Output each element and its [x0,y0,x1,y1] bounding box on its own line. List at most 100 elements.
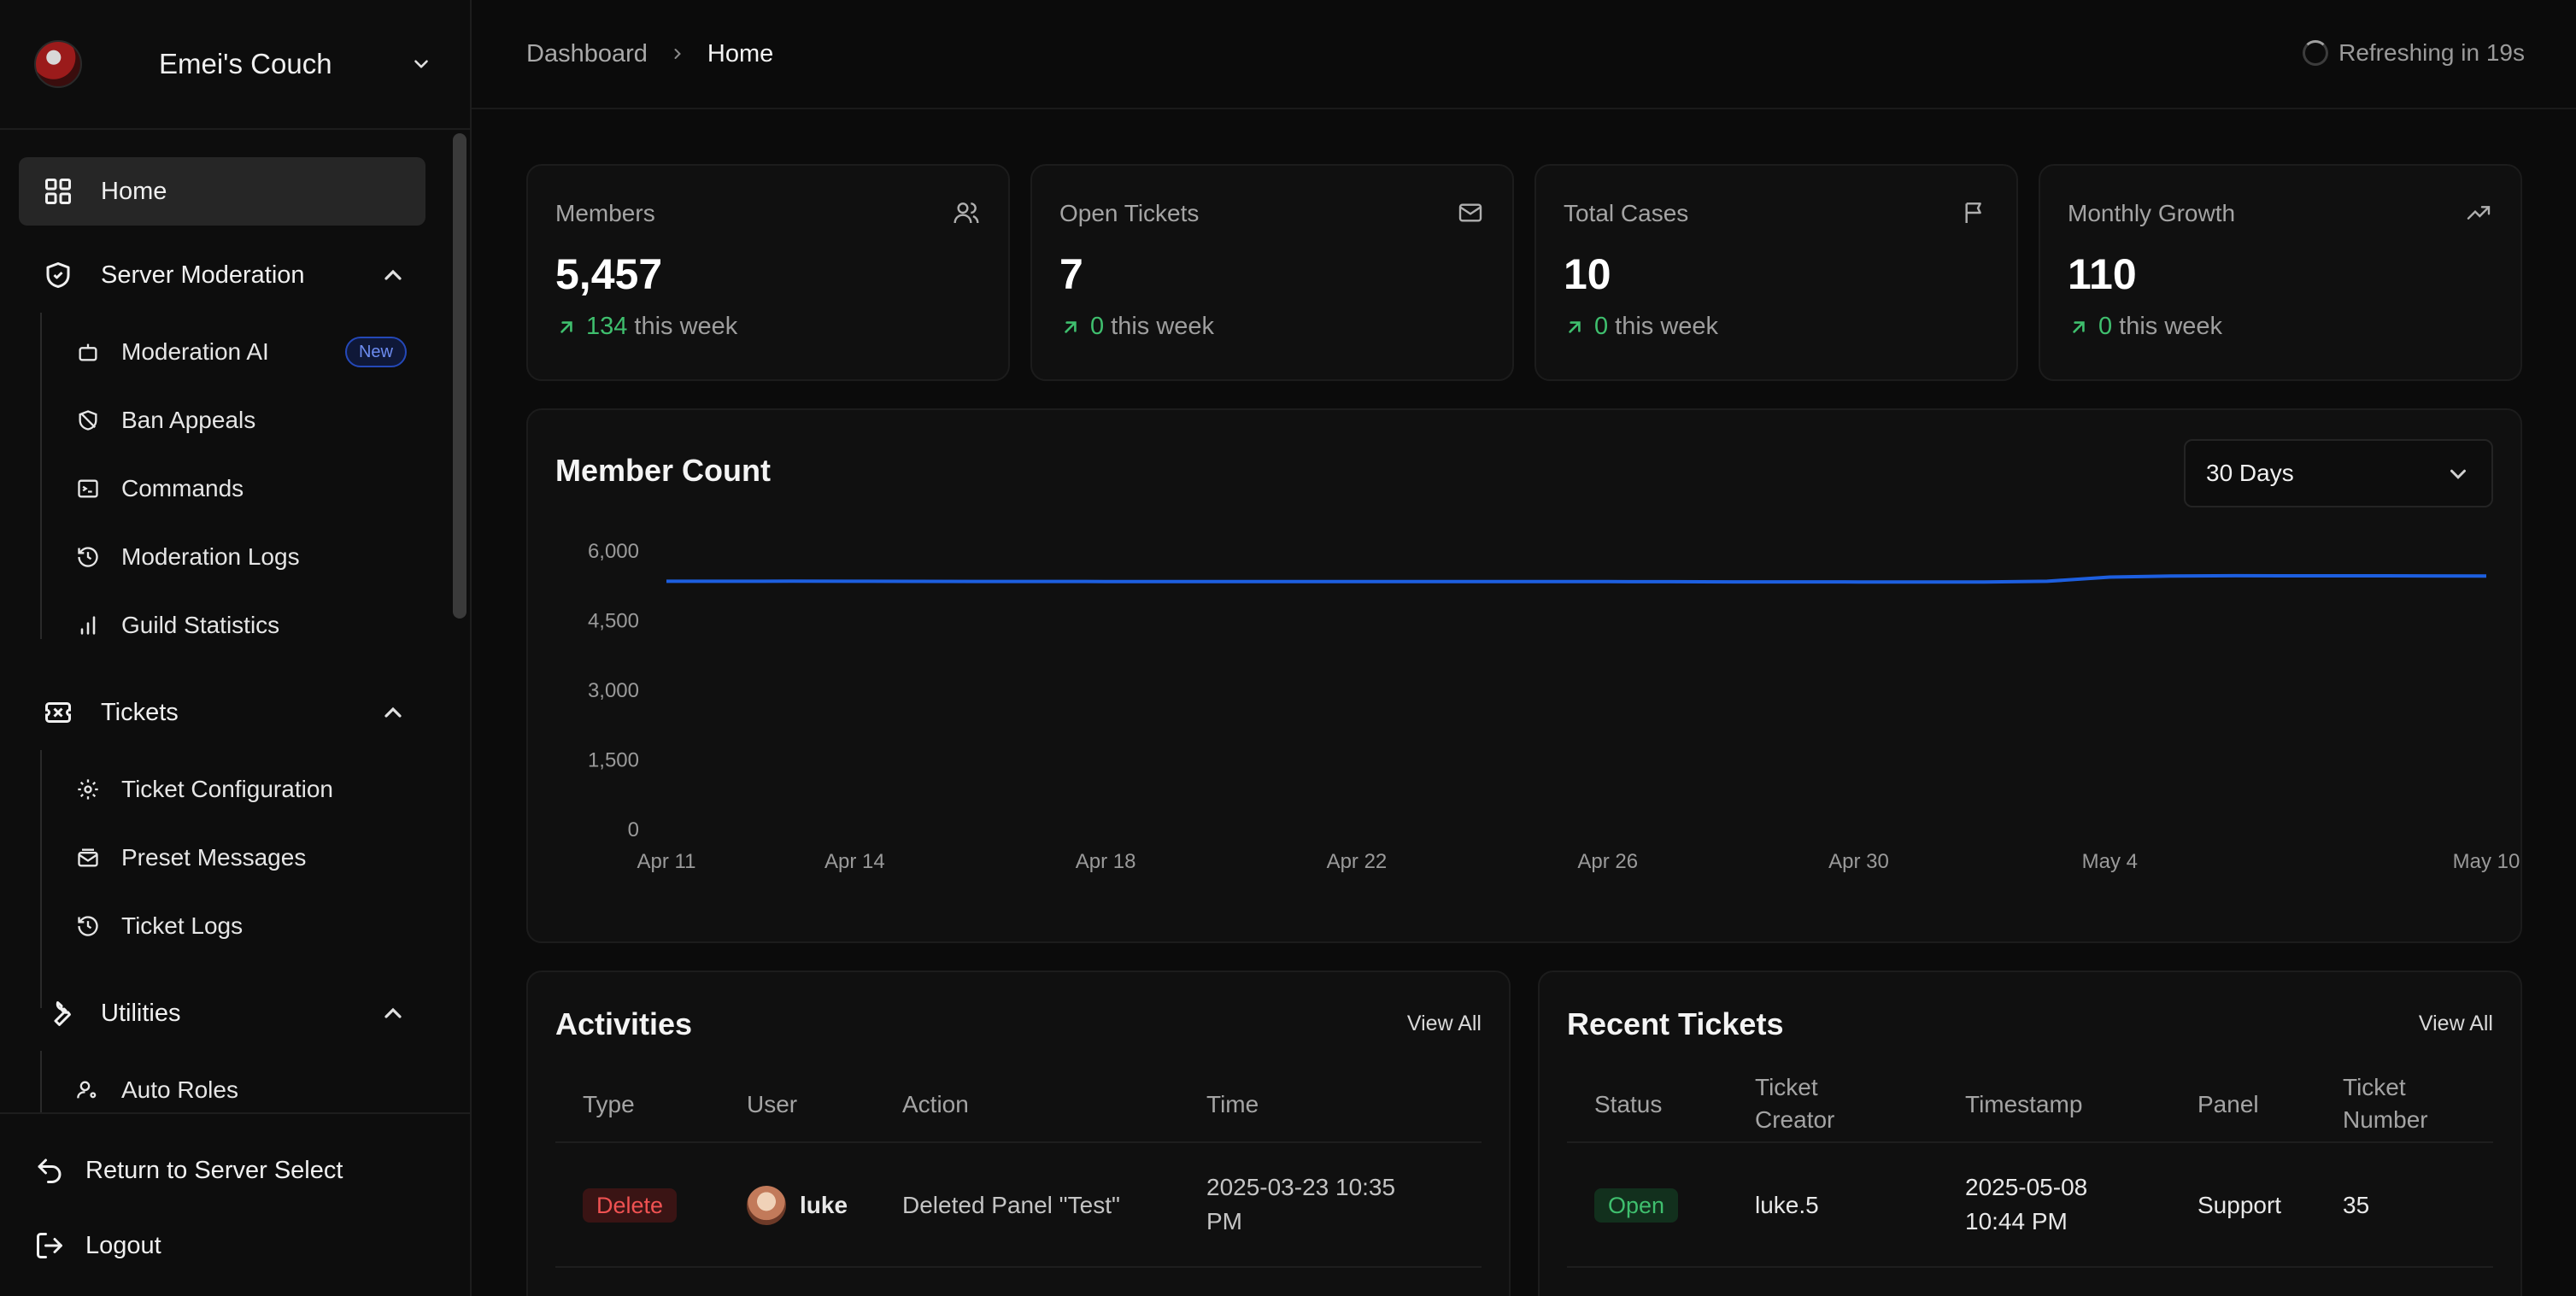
refresh-text: Refreshing in 19s [2338,39,2525,66]
sidebar-item-label: Ban Appeals [121,407,256,433]
column-header-ticket-creator[interactable]: Ticket Creator [1755,1071,1834,1136]
sidebar-item-ticket-configuration[interactable]: Ticket Configuration [75,762,417,817]
top-bar: Dashboard Home Refreshing in 19s [472,0,2576,109]
column-header-action[interactable]: Action [902,1088,969,1121]
submenu-rail [40,750,42,1008]
action-text: Deleted Panel "Test" [902,1192,1120,1218]
sidebar-item-guild-statistics[interactable]: Guild Statistics [75,598,417,653]
sidebar-item-label: Home [101,177,167,205]
return-to-server-select-button[interactable]: Return to Server Select [34,1145,343,1196]
chevron-right-icon [668,44,687,63]
sidebar-footer: Return to Server Select Logout [0,1112,470,1296]
logout-button[interactable]: Logout [34,1220,161,1271]
time-line-2: PM [1206,1208,1242,1234]
column-header-user[interactable]: User [747,1088,797,1121]
table-row[interactable]: Open luke.5 2025-05-08 10:44 PM Support … [1567,1143,2493,1268]
x-tick-label: Apr 14 [824,850,885,873]
stat-card-members: Members 5,457 134 this week [526,164,1010,381]
sidebar-item-home[interactable]: Home [19,157,425,226]
column-header-panel[interactable]: Panel [2198,1088,2259,1121]
breadcrumb-home: Home [707,39,774,67]
sidebar-item-label: Moderation AI [121,338,269,365]
shield-icon [41,258,75,292]
server-avatar [34,40,82,88]
history-icon [75,544,101,570]
spinner-icon [2303,40,2329,66]
column-header-ticket-number[interactable]: Ticket Number [2343,1071,2428,1136]
sidebar-group-label: Tickets [101,698,179,726]
sidebar-scrollbar[interactable] [453,133,466,619]
stat-card-open-tickets: Open Tickets 7 0 this week [1030,164,1514,381]
tickets-table-header: Status Ticket Creator Timestamp Panel Ti… [1567,1066,2493,1143]
user-name: luke [800,1192,848,1218]
user-cog-icon [75,1077,101,1103]
column-header-line: Creator [1755,1106,1835,1133]
sidebar-item-commands[interactable]: Commands [75,461,417,516]
stat-value: 10 [1564,250,1611,298]
sidebar-nav: Home Server Moderation Moderation AI New… [0,130,470,1112]
mail-icon [1456,198,1485,227]
column-header-time[interactable]: Time [1206,1088,1259,1121]
arrow-up-right-icon [1569,320,1581,333]
column-header-timestamp[interactable]: Timestamp [1965,1088,2082,1121]
column-header-type[interactable]: Type [583,1088,635,1121]
x-tick-label: Apr 22 [1327,850,1388,873]
mail-stack-icon [75,845,101,871]
tickets-view-all-link[interactable]: View All [2419,1012,2493,1036]
x-tick-label: May 4 [2082,850,2138,873]
chevron-down-icon [407,50,436,79]
timestamp-line-1: 2025-05-08 [1965,1174,2088,1200]
sidebar-item-label: Guild Statistics [121,612,280,638]
submenu-rail [40,313,42,639]
stat-delta-suffix: this week [1111,313,1215,340]
gear-icon [75,777,101,802]
x-tick-label: Apr 18 [1076,850,1136,873]
column-header-line: Ticket [2343,1074,2406,1100]
sidebar-item-moderation-logs[interactable]: Moderation Logs [75,530,417,584]
arrow-up-right-icon [560,320,572,333]
undo-icon [38,1158,62,1183]
ticket-panel: Support [2198,1192,2282,1218]
users-icon [952,198,981,227]
stat-delta: 0 this week [1059,313,1214,341]
y-tick-label: 6,000 [588,540,639,563]
sidebar-item-auto-roles[interactable]: Auto Roles [75,1063,417,1112]
new-badge: New [344,337,407,367]
breadcrumb-dashboard[interactable]: Dashboard [526,40,648,68]
y-tick-label: 4,500 [588,610,639,633]
series-line-members[interactable] [666,573,2487,584]
stat-delta: 0 this week [2068,313,2222,341]
table-row[interactable]: Delete luke Deleted Panel "Test" 2025-03… [555,1143,1482,1268]
ticket-creator: luke.5 [1755,1192,1819,1218]
sidebar-item-label: Ticket Configuration [121,776,333,802]
stat-delta-value: 0 [1090,313,1105,340]
sidebar-item-label: Preset Messages [121,844,307,871]
stat-value: 5,457 [555,250,663,298]
stat-title: Total Cases [1564,200,1689,226]
stat-delta-value: 134 [586,313,628,340]
column-header-line: Ticket [1755,1074,1818,1100]
stat-delta-suffix: this week [2119,313,2223,340]
history-icon [75,913,101,939]
server-switcher[interactable]: Emei's Couch [0,0,470,130]
sidebar-item-ban-appeals[interactable]: Ban Appeals [75,393,417,448]
sidebar-group-server-moderation[interactable]: Server Moderation [19,244,425,306]
server-name: Emei's Couch [159,48,332,79]
stat-card-total-cases: Total Cases 10 0 this week [1534,164,2018,381]
bar-chart-icon [75,613,101,638]
sidebar-item-preset-messages[interactable]: Preset Messages [75,830,417,885]
sidebar-item-ticket-logs[interactable]: Ticket Logs [75,899,417,953]
activities-view-all-link[interactable]: View All [1407,1012,1482,1036]
timestamp-line-2: 10:44 PM [1965,1208,2068,1234]
column-header-line: Number [2343,1106,2428,1133]
terminal-icon [75,476,101,501]
member-count-card: Member Count 30 Days 6,000 4,500 3,000 1,50… [526,408,2522,943]
stat-title: Monthly Growth [2068,200,2236,226]
stat-delta: 0 this week [1564,313,1718,341]
sidebar-group-utilities[interactable]: Utilities [19,982,425,1044]
sidebar-group-tickets[interactable]: Tickets [19,682,425,743]
recent-tickets-title: Recent Tickets [1567,1006,1784,1041]
sidebar-item-moderation-ai[interactable]: Moderation AI New [75,325,417,379]
submenu-rail [40,1051,42,1112]
column-header-status[interactable]: Status [1594,1088,1662,1121]
